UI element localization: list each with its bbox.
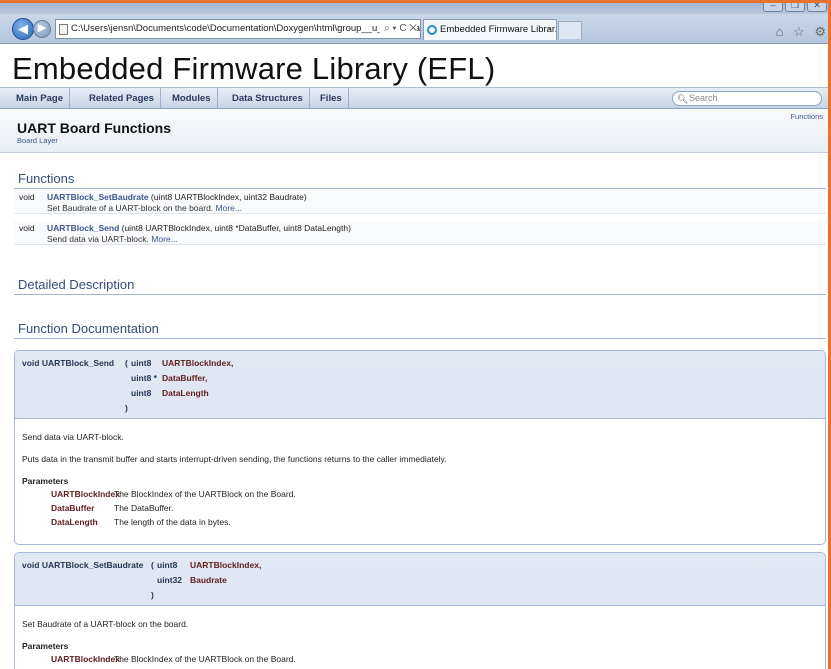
- section-divider: [14, 338, 826, 339]
- member-row: void UARTBlock_SetBaudrate (uint8 UARTBl…: [14, 190, 826, 214]
- param-doc-desc: The BlockIndex of the UARTBlock on the B…: [114, 654, 296, 664]
- member-brief-text: Set Baudrate of a UART-block on the boar…: [47, 203, 214, 213]
- param-doc-name: DataLength: [51, 517, 98, 527]
- member-row: void UARTBlock_Send (uint8 UARTBlockInde…: [14, 221, 826, 245]
- tab-related-pages[interactable]: Related Pages: [83, 88, 161, 109]
- param-name: UARTBlockIndex,: [190, 560, 262, 570]
- detailed-description-heading: Detailed Description: [18, 277, 135, 292]
- function-documentation-heading: Function Documentation: [18, 321, 159, 336]
- search-placeholder: Search: [689, 93, 718, 103]
- screenshot-border-top: [0, 0, 831, 3]
- member-prototype: void UARTBlock_SetBaudrate ( uint8 UARTB…: [15, 553, 825, 606]
- member-doc-send: void UARTBlock_Send ( uint8 UARTBlockInd…: [14, 350, 826, 545]
- member-link-setbaudrate[interactable]: UARTBlock_SetBaudrate: [47, 192, 149, 202]
- param-type: uint8: [157, 560, 178, 570]
- member-return-type: void: [19, 223, 35, 233]
- new-tab-button[interactable]: [558, 21, 582, 39]
- member-signature: UARTBlock_Send (uint8 UARTBlockIndex, ui…: [47, 223, 351, 233]
- tab-files[interactable]: Files: [314, 88, 349, 109]
- member-brief-text: Send data via UART-block.: [47, 234, 149, 244]
- parameters-heading: Parameters: [22, 476, 69, 486]
- param-doc-name: DataBuffer: [51, 503, 95, 513]
- proto-open-paren: (: [125, 358, 128, 368]
- page-title: UART Board Functions: [17, 120, 171, 136]
- member-signature: UARTBlock_SetBaudrate (uint8 UARTBlockIn…: [47, 192, 307, 202]
- param-doc-name: UARTBlockIndex: [51, 489, 120, 499]
- param-doc-name: UARTBlockIndex: [51, 654, 120, 664]
- proto-close-paren: ): [125, 403, 128, 413]
- param-doc-desc: The DataBuffer.: [114, 503, 174, 513]
- forward-button[interactable]: ▶: [33, 20, 51, 38]
- section-divider: [14, 294, 826, 295]
- ingroup-link[interactable]: Board Layer: [17, 136, 58, 145]
- param-name: Baudrate: [190, 575, 227, 585]
- search-icon: 🔍︎: [677, 94, 689, 104]
- member-brief: Send data via UART-block. More...: [47, 234, 178, 244]
- param-type: uint8 *: [131, 373, 157, 383]
- home-favorites-tools-icons[interactable]: ⌂ ☆ ⚙: [776, 24, 829, 40]
- browser-toolbar: ◀ ▶ C:\Users\jensn\Documents\code\Docume…: [0, 14, 831, 44]
- param-name: UARTBlockIndex,: [162, 358, 234, 368]
- section-divider: [14, 188, 826, 189]
- member-args: (uint8 UARTBlockIndex, uint32 Baudrate): [148, 192, 307, 202]
- page-header: Functions UART Board Functions Board Lay…: [0, 109, 828, 153]
- browser-tab-active[interactable]: Embedded Firmware Librar... ×: [423, 19, 557, 40]
- project-title: Embedded Firmware Library (EFL): [12, 51, 496, 86]
- member-args: (uint8 UARTBlockIndex, uint8 *DataBuffer…: [119, 223, 351, 233]
- nav-tabs: Main Page Related Pages Modules Data Str…: [0, 87, 828, 109]
- proto-close-paren: ): [151, 590, 154, 600]
- param-doc-desc: The BlockIndex of the UARTBlock on the B…: [114, 489, 296, 499]
- doc-brief: Send data via UART-block.: [22, 432, 124, 442]
- functions-heading: Functions: [18, 171, 75, 186]
- doc-brief: Set Baudrate of a UART-block on the boar…: [22, 619, 189, 629]
- member-brief: Set Baudrate of a UART-block on the boar…: [47, 203, 242, 213]
- member-doc-body: Send data via UART-block. Puts data in t…: [15, 420, 825, 544]
- address-controls[interactable]: ⌕ ▾ C ✕: [380, 20, 417, 38]
- param-name: DataBuffer,: [162, 373, 208, 383]
- tab-data-structures[interactable]: Data Structures: [226, 88, 310, 109]
- page-content: Embedded Firmware Library (EFL) Main Pag…: [0, 45, 828, 669]
- param-type: uint32: [157, 575, 183, 585]
- parameters-heading: Parameters: [22, 641, 69, 651]
- more-link[interactable]: More...: [151, 234, 177, 244]
- back-button[interactable]: ◀: [12, 18, 34, 40]
- proto-open-paren: (: [151, 560, 154, 570]
- param-type: uint8: [131, 358, 152, 368]
- search-input[interactable]: 🔍︎ Search: [672, 91, 822, 106]
- member-return-type: void: [19, 192, 35, 202]
- ie-icon: [427, 25, 437, 35]
- tab-main-page[interactable]: Main Page: [10, 88, 70, 109]
- more-link[interactable]: More...: [216, 203, 242, 213]
- member-doc-setbaudrate: void UARTBlock_SetBaudrate ( uint8 UARTB…: [14, 552, 826, 669]
- param-doc-desc: The length of the data in bytes.: [114, 517, 231, 527]
- address-bar[interactable]: C:\Users\jensn\Documents\code\Documentat…: [55, 19, 421, 39]
- member-prototype: void UARTBlock_Send ( uint8 UARTBlockInd…: [15, 351, 825, 419]
- tab-modules[interactable]: Modules: [166, 88, 218, 109]
- address-text: C:\Users\jensn\Documents\code\Documentat…: [71, 23, 421, 34]
- member-link-send[interactable]: UARTBlock_Send: [47, 223, 119, 233]
- tab-title: Embedded Firmware Librar...: [440, 24, 557, 35]
- proto-name: void UARTBlock_Send: [22, 358, 115, 368]
- member-doc-body: Set Baudrate of a UART-block on the boar…: [15, 607, 825, 669]
- doc-details: Puts data in the transmit buffer and sta…: [22, 454, 447, 464]
- tab-close-icon[interactable]: ×: [546, 20, 552, 40]
- param-type: uint8: [131, 388, 152, 398]
- proto-name: void UARTBlock_SetBaudrate: [22, 560, 144, 570]
- page-icon: [59, 24, 68, 35]
- summary-link-functions[interactable]: Functions: [790, 112, 823, 121]
- param-name: DataLength: [162, 388, 209, 398]
